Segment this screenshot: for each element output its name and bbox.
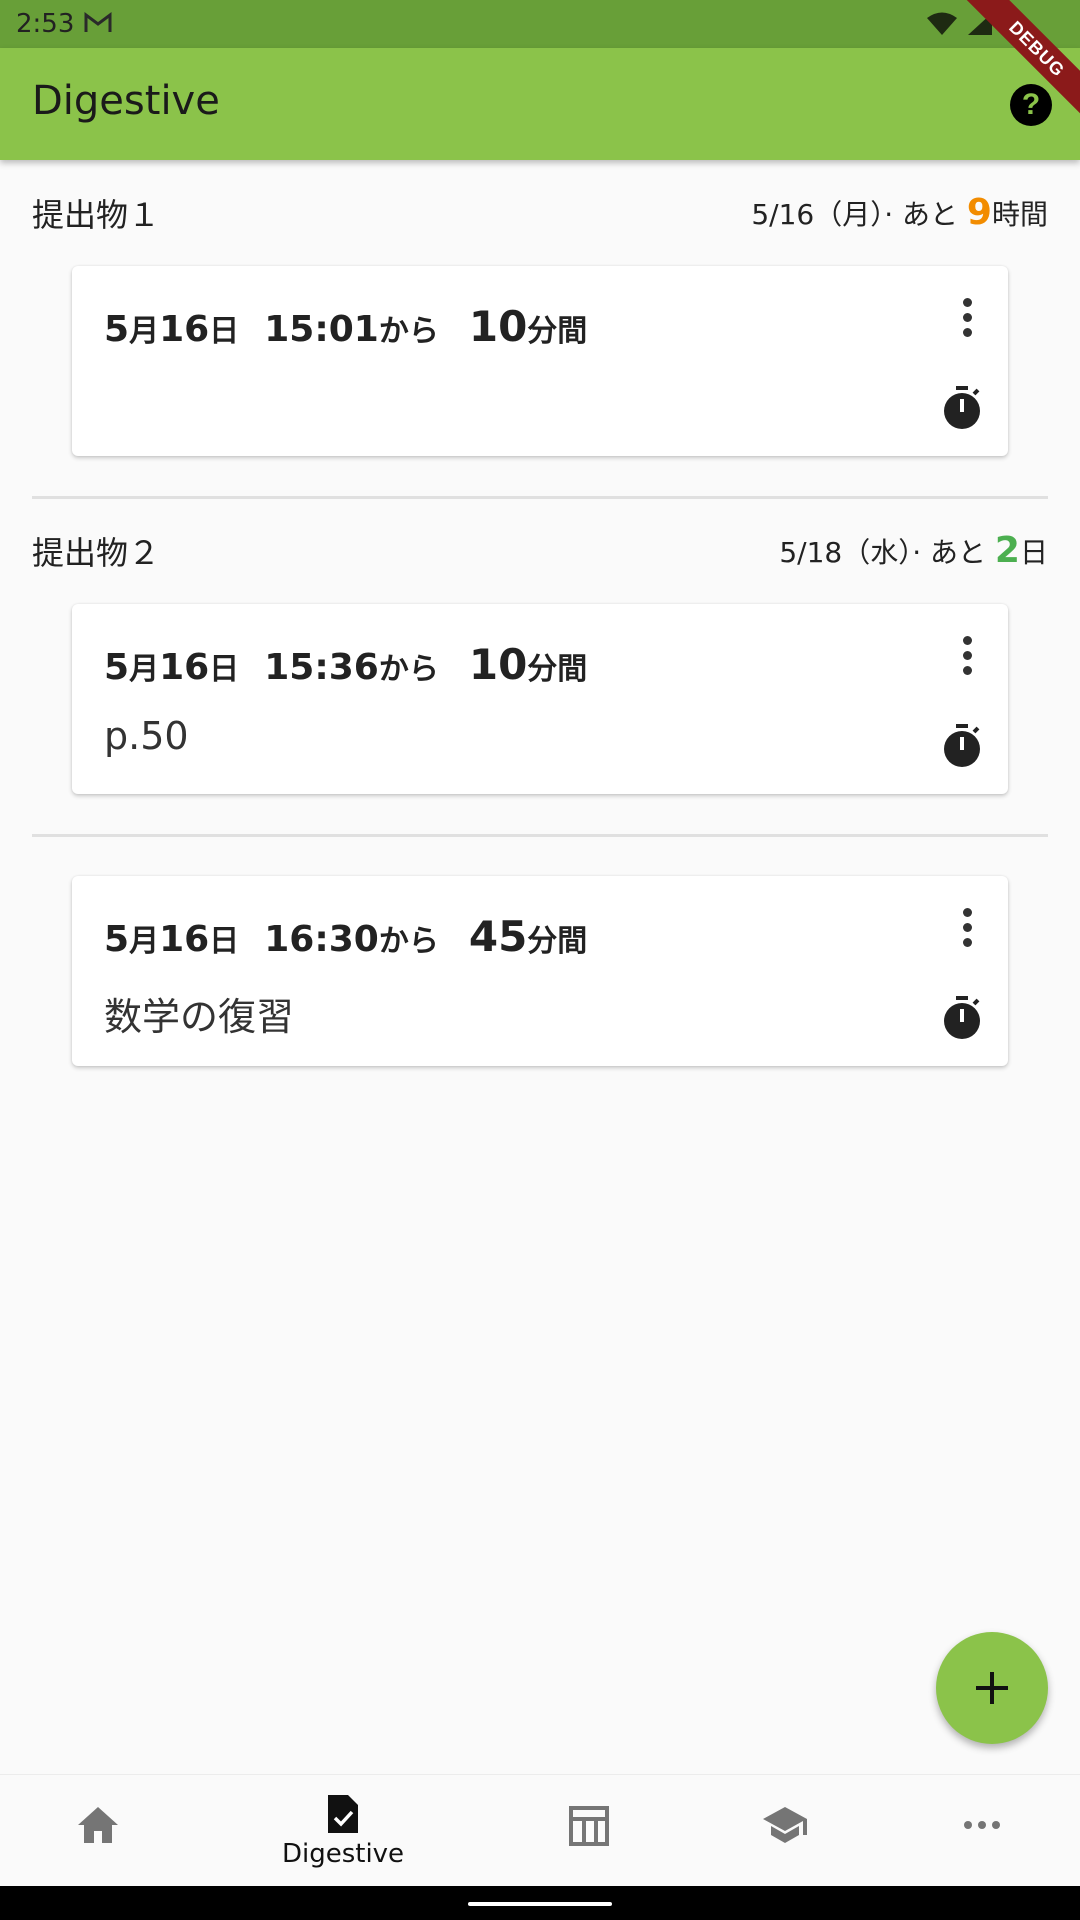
session-day: 16 <box>159 309 210 350</box>
session-duration: 45 <box>468 912 528 961</box>
section-due-date: 5/18（水）· あと 2日 <box>779 530 1048 571</box>
more-vert-icon[interactable] <box>956 296 980 340</box>
section-header: 提出物１ 5/16（月）· あと 9時間 <box>32 190 1048 234</box>
session-time: 5月16日 16:30から 45分間 <box>104 912 587 961</box>
nav-item-timetable[interactable] <box>491 1775 687 1887</box>
nav-label-digestive: Digestive <box>281 1839 405 1869</box>
gmail-notification-icon <box>84 12 112 38</box>
session-month: 5 <box>104 309 130 350</box>
study-session-card[interactable]: 5月16日 15:01から 10分間 <box>72 266 1008 456</box>
from-label: から <box>378 924 439 959</box>
system-navigation-bar <box>0 1886 1080 1920</box>
timer-icon[interactable] <box>942 996 982 1040</box>
day-unit: 日 <box>209 924 240 959</box>
day-unit: 日 <box>209 314 240 349</box>
section-title: 提出物１ <box>32 196 161 234</box>
nav-item-more[interactable] <box>884 1775 1080 1887</box>
section-due-date: 5/16（月）· あと 9時間 <box>751 192 1048 233</box>
month-unit: 月 <box>129 652 160 687</box>
due-remaining-number: 9 <box>966 192 992 233</box>
day-unit: 日 <box>209 652 240 687</box>
session-month: 5 <box>104 919 130 960</box>
app-bar: Digestive ? <box>0 48 1080 160</box>
due-remaining-unit: 日 <box>1019 536 1048 569</box>
session-start-time: 15:01 <box>264 309 379 350</box>
section-divider <box>32 496 1048 499</box>
add-session-button[interactable] <box>936 1632 1048 1744</box>
section-title: 提出物２ <box>32 534 161 572</box>
session-note: 数学の復習 <box>104 995 295 1039</box>
duration-unit: 分間 <box>527 924 588 959</box>
duration-unit: 分間 <box>527 652 588 687</box>
assignment-turned-in-icon <box>328 1795 358 1833</box>
table-icon <box>569 1806 609 1846</box>
session-month: 5 <box>104 647 130 688</box>
nav-item-home[interactable] <box>0 1775 196 1887</box>
section-divider <box>32 834 1048 837</box>
study-session-card[interactable]: 5月16日 15:36から 10分間 p.50 <box>72 604 1008 794</box>
due-remaining-number: 2 <box>994 530 1020 571</box>
more-vert-icon[interactable] <box>956 634 980 678</box>
screen: 2:53 Digestive ? DEBUG 提出物１ 5/16（月）· あと … <box>0 0 1080 1920</box>
session-time: 5月16日 15:01から 10分間 <box>104 302 587 351</box>
study-session-card[interactable]: 5月16日 16:30から 45分間 数学の復習 <box>72 876 1008 1066</box>
nav-item-digestive[interactable]: Digestive <box>245 1775 441 1887</box>
timer-icon[interactable] <box>942 386 982 430</box>
app-title: Digestive <box>32 78 220 124</box>
timer-icon[interactable] <box>942 724 982 768</box>
duration-unit: 分間 <box>527 314 588 349</box>
month-unit: 月 <box>129 314 160 349</box>
help-icon[interactable]: ? <box>1010 84 1052 126</box>
session-start-time: 15:36 <box>264 647 379 688</box>
due-remaining-unit: 時間 <box>991 198 1048 231</box>
session-day: 16 <box>159 919 210 960</box>
more-horiz-icon <box>964 1821 1000 1829</box>
session-note: p.50 <box>104 714 189 758</box>
bottom-navigation: Digestive <box>0 1774 1080 1887</box>
wifi-icon <box>927 12 957 35</box>
home-icon <box>78 1807 118 1843</box>
due-date-text: 5/18（水）· あと <box>779 536 995 569</box>
session-start-time: 16:30 <box>264 919 379 960</box>
status-bar: 2:53 <box>0 0 1080 48</box>
home-gesture-handle[interactable] <box>468 1902 612 1906</box>
school-icon <box>763 1807 807 1843</box>
more-vert-icon[interactable] <box>956 906 980 950</box>
nav-item-school[interactable] <box>687 1775 883 1887</box>
month-unit: 月 <box>129 924 160 959</box>
session-duration: 10 <box>468 640 528 689</box>
from-label: から <box>378 314 439 349</box>
session-time: 5月16日 15:36から 10分間 <box>104 640 587 689</box>
section-header: 提出物２ 5/18（水）· あと 2日 <box>32 528 1048 572</box>
due-date-text: 5/16（月）· あと <box>751 198 967 231</box>
session-day: 16 <box>159 647 210 688</box>
session-duration: 10 <box>468 302 528 351</box>
from-label: から <box>378 652 439 687</box>
status-time: 2:53 <box>16 9 75 39</box>
